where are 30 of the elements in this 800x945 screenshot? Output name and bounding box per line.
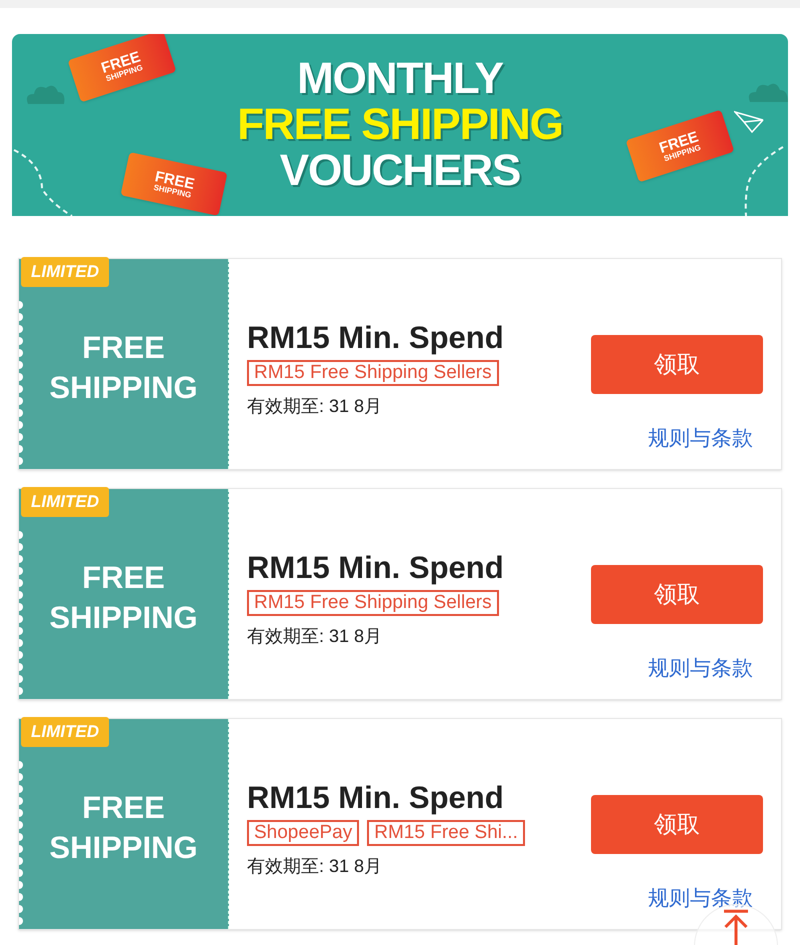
banner-title: VOUCHERS [280, 148, 520, 194]
stub-label: FREE [82, 789, 165, 827]
dashed-path-drawing [744, 146, 784, 216]
claim-button[interactable]: 领取 [591, 335, 763, 394]
validity-text: 有效期至: 31 8月 [247, 624, 384, 648]
stub-label: SHIPPING [49, 369, 198, 407]
stub-label: FREE [82, 329, 165, 367]
voucher-tag: ShopeePay [247, 820, 360, 846]
validity-text: 有效期至: 31 8月 [247, 854, 384, 878]
limited-badge: LIMITED [21, 717, 109, 747]
voucher-tag: RM15 Free Shipping Sellers [247, 360, 499, 386]
voucher-title: RM15 Min. Spend [247, 548, 505, 586]
voucher-tag: RM15 Free Shipping Sellers [247, 590, 499, 616]
terms-link[interactable]: 规则与条款 [648, 886, 753, 912]
stub-label: SHIPPING [49, 599, 198, 637]
paper-plane-icon [734, 110, 764, 134]
stub-label: FREE [82, 559, 165, 597]
limited-badge: LIMITED [21, 257, 109, 287]
voucher-tag: RM15 Free Shi... [367, 820, 525, 846]
voucher-title: RM15 Min. Spend [247, 778, 505, 816]
terms-link[interactable]: 规则与条款 [648, 656, 753, 682]
terms-link[interactable]: 规则与条款 [648, 426, 753, 452]
banner-title: FREE SHIPPING [237, 102, 563, 148]
claim-button[interactable]: 领取 [591, 795, 763, 854]
voucher-title: RM15 Min. Spend [247, 318, 505, 356]
limited-badge: LIMITED [21, 487, 109, 517]
stub-label: SHIPPING [49, 829, 198, 867]
claim-button[interactable]: 领取 [591, 565, 763, 624]
validity-text: 有效期至: 31 8月 [247, 394, 384, 418]
banner-title: MONTHLY [297, 56, 503, 102]
